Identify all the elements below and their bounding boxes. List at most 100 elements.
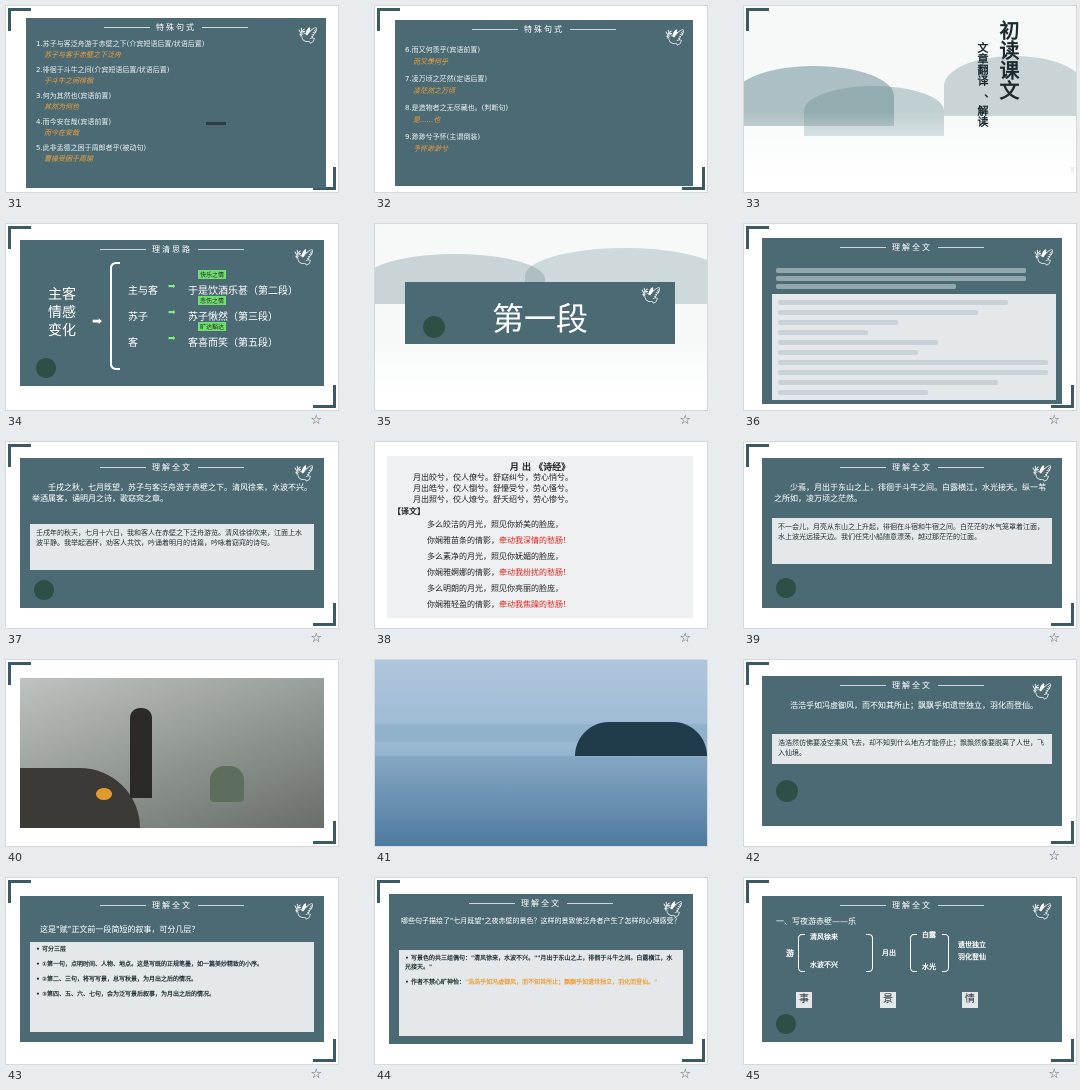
brace bbox=[110, 262, 120, 370]
row-text: 于是饮酒乐甚（第二段） bbox=[188, 286, 298, 297]
slide-38[interactable]: 月 出 《诗经》 月出皎兮，佼人僚兮。舒窈纠兮，劳心悄兮。 月出皓兮，佼人懰兮。… bbox=[375, 442, 707, 628]
slide-thumb-34[interactable]: 理清思路 🕊 主客情感变化 ➡ 主与客 苏子 客 ➡ ➡ ➡ 于是饮酒乐甚（第二… bbox=[6, 224, 338, 436]
content-panel: 理解全文 🕊 bbox=[762, 238, 1062, 404]
star-icon[interactable]: ☆ bbox=[310, 413, 322, 428]
slide-thumb-41[interactable]: 41 bbox=[375, 660, 707, 872]
star-icon[interactable]: ☆ bbox=[679, 631, 691, 646]
heading-banner: 第一段 🕊 bbox=[405, 282, 675, 344]
text-line bbox=[778, 340, 938, 345]
figure-icon bbox=[423, 316, 445, 338]
brace bbox=[910, 934, 917, 972]
slide-34[interactable]: 理清思路 🕊 主客情感变化 ➡ 主与客 苏子 客 ➡ ➡ ➡ 于是饮酒乐甚（第二… bbox=[6, 224, 338, 410]
slide-number: 39 bbox=[746, 633, 760, 646]
slide-thumb-40[interactable]: 40 bbox=[6, 660, 338, 872]
row-label: 客 bbox=[128, 338, 138, 349]
diagram-label: 月出 bbox=[882, 949, 896, 957]
poem-line: 月出照兮，佼人燎兮。舒夭绍兮，劳心惨兮。 bbox=[413, 495, 573, 504]
content-panel: 理清思路 🕊 主客情感变化 ➡ 主与客 苏子 客 ➡ ➡ ➡ 于是饮酒乐甚（第二… bbox=[20, 240, 324, 386]
slide-39[interactable]: 理解全文 🕊 少焉，月出于东山之上，徘徊于斗牛之间。白露横江，水光接天。纵一苇之… bbox=[744, 442, 1076, 628]
painting-image bbox=[20, 678, 324, 828]
original-text: 壬戌之秋，七月既望，苏子与客泛舟游于赤壁之下。清风徐来，水波不兴。举酒属客，诵明… bbox=[32, 483, 312, 503]
slide-37[interactable]: 理解全文 🕊 壬戌之秋，七月既望，苏子与客泛舟游于赤壁之下。清风徐来，水波不兴。… bbox=[6, 442, 338, 628]
slide-31[interactable]: 特殊句式 🕊 1.苏子与客泛舟游于赤壁之下(介宾短语后置/状语后置) 苏子与客于… bbox=[6, 6, 338, 192]
category-box: 事 bbox=[796, 992, 812, 1008]
slide-thumb-38[interactable]: 月 出 《诗经》 月出皎兮，佼人僚兮。舒窈纠兮，劳心悄兮。 月出皓兮，佼人懰兮。… bbox=[375, 442, 707, 654]
emotion-tag: 悲伤之情 bbox=[198, 296, 227, 305]
text-line bbox=[778, 380, 998, 385]
slide-title: 特殊句式 bbox=[395, 24, 693, 35]
slide-thumb-37[interactable]: 理解全文 🕊 壬戌之秋，七月既望，苏子与客泛舟游于赤壁之下。清风徐来，水波不兴。… bbox=[6, 442, 338, 654]
answer-item: • ②第二、三句，将写写景，总写秋景，为月出之后的情况。 bbox=[36, 976, 198, 983]
slide-title: 理解全文 bbox=[762, 242, 1062, 253]
crane-icon: 🕊 bbox=[293, 464, 314, 483]
star-icon[interactable]: ☆ bbox=[1048, 413, 1060, 428]
sentence-item: 2.徘徊于斗牛之间(介宾短语后置/状语后置) bbox=[36, 66, 170, 74]
slide-thumb-42[interactable]: 理解全文 🕊 浩浩乎如冯虚御风，而不知其所止；飘飘乎如遗世独立，羽化而登仙。 浩… bbox=[744, 660, 1076, 872]
text-line bbox=[778, 370, 1048, 375]
crane-icon: 🕊 bbox=[664, 28, 685, 47]
text-line bbox=[778, 330, 868, 335]
slide-number: 41 bbox=[377, 851, 391, 864]
slide-number: 36 bbox=[746, 415, 760, 428]
sentence-answer: 而今在安哉 bbox=[44, 129, 79, 137]
section-heading: 第一段 bbox=[491, 300, 588, 338]
water bbox=[375, 756, 707, 846]
slide-36[interactable]: 理解全文 🕊 bbox=[744, 224, 1076, 410]
row-text: 苏子愀然（第三段） bbox=[188, 312, 278, 323]
content-panel: 理解全文 🕊 一、写夜游赤壁——乐 游 清风徐来 水波不兴 月出 白露 水光 遗… bbox=[762, 896, 1062, 1042]
sentence-list: 6.而又何羡乎(宾语前置) 而又羡何乎 7.凌万顷之茫然(定语后置) 凌茫然之万… bbox=[405, 46, 508, 153]
crane-icon: 🕊 bbox=[297, 26, 318, 45]
slide-thumb-31[interactable]: 特殊句式 🕊 1.苏子与客泛舟游于赤壁之下(介宾短语后置/状语后置) 苏子与客于… bbox=[6, 6, 338, 218]
slide-45[interactable]: 理解全文 🕊 一、写夜游赤壁——乐 游 清风徐来 水波不兴 月出 白露 水光 遗… bbox=[744, 878, 1076, 1064]
section-subheading: 文章翻译 bbox=[976, 42, 989, 86]
slide-number: 44 bbox=[377, 1069, 391, 1082]
slide-32[interactable]: 特殊句式 🕊 6.而又何羡乎(宾语前置) 而又羡何乎 7.凌万顷之茫然(定语后置… bbox=[375, 6, 707, 192]
slide-41[interactable] bbox=[375, 660, 707, 846]
slide-35[interactable]: 第一段 🕊 bbox=[375, 224, 707, 410]
arrow-icon: ➡ bbox=[168, 308, 176, 318]
slide-42[interactable]: 理解全文 🕊 浩浩乎如冯虚御风，而不知其所止；飘飘乎如遗世独立，羽化而登仙。 浩… bbox=[744, 660, 1076, 846]
sentence-item: 6.而又何羡乎(宾语前置) bbox=[405, 46, 481, 54]
slide-thumb-32[interactable]: 特殊句式 🕊 6.而又何羡乎(宾语前置) 而又羡何乎 7.凌万顷之茫然(定语后置… bbox=[375, 6, 707, 218]
crane-icon: 🕊 bbox=[1031, 464, 1052, 483]
slide-43[interactable]: 理解全文 🕊 这是"赋"正文前一段简短的叙事，可分几层？ • 可分三层 • ①第… bbox=[6, 878, 338, 1064]
slide-thumb-44[interactable]: 理解全文 🕊 哪些句子描绘了"七月既望"之夜赤壁的景色？这样的景致使泛舟者产生了… bbox=[375, 878, 707, 1090]
frame-corner bbox=[746, 8, 769, 31]
slide-33[interactable]: 初读课文 文章翻译 、解读 bbox=[744, 6, 1076, 192]
poem-line: 月出皎兮，佼人僚兮。舒窈纠兮，劳心悄兮。 bbox=[413, 473, 573, 482]
section-subheading: 、解读 bbox=[976, 94, 989, 127]
content-panel: 理解全文 🕊 浩浩乎如冯虚御风，而不知其所止；飘飘乎如遗世独立，羽化而登仙。 浩… bbox=[762, 676, 1062, 826]
star-icon[interactable]: ☆ bbox=[1048, 631, 1060, 646]
slide-thumb-33[interactable]: 初读课文 文章翻译 、解读 33 bbox=[744, 6, 1076, 218]
slide-title: 理解全文 bbox=[20, 462, 324, 473]
text-line bbox=[778, 350, 918, 355]
section-heading: 初读课文 bbox=[996, 20, 1020, 100]
crane-icon: 🕊 bbox=[1031, 682, 1052, 701]
slide-thumb-43[interactable]: 理解全文 🕊 这是"赋"正文前一段简短的叙事，可分几层？ • 可分三层 • ①第… bbox=[6, 878, 338, 1090]
translation-line: 你娴雅苗条的倩影，牵动我深情的愁肠! bbox=[427, 536, 567, 545]
text-line bbox=[778, 320, 898, 325]
diagram-label: 羽化登仙 bbox=[958, 953, 986, 961]
diagram-label: 水光 bbox=[922, 963, 936, 971]
star-icon[interactable]: ☆ bbox=[310, 631, 322, 646]
sentence-answer: 其然为何也 bbox=[44, 103, 79, 111]
slide-title: 理解全文 bbox=[762, 900, 1062, 911]
arrow-icon: ➡ bbox=[168, 334, 176, 344]
slide-40[interactable] bbox=[6, 660, 338, 846]
slide-thumb-39[interactable]: 理解全文 🕊 少焉，月出于东山之上，徘徊于斗牛之间。白露横江，水光接天。纵一苇之… bbox=[744, 442, 1076, 654]
star-icon[interactable]: ☆ bbox=[1048, 849, 1060, 864]
mist bbox=[375, 340, 707, 410]
slide-thumb-35[interactable]: 第一段 🕊 35 ☆ bbox=[375, 224, 707, 436]
slide-thumb-36[interactable]: 理解全文 🕊 36 ☆ bbox=[744, 224, 1076, 436]
translation-box: 不一会儿，月亮从东山之上升起，徘徊在斗宿和牛宿之间。白茫茫的水气笼罩着江面，水上… bbox=[772, 518, 1052, 564]
slide-44[interactable]: 理解全文 🕊 哪些句子描绘了"七月既望"之夜赤壁的景色？这样的景致使泛舟者产生了… bbox=[375, 878, 707, 1064]
question-text: 哪些句子描绘了"七月既望"之夜赤壁的景色？这样的景致使泛舟者产生了怎样的心理感受… bbox=[401, 917, 681, 925]
sentence-item: 4.而今安在哉(宾语前置) bbox=[36, 118, 112, 126]
content-panel: 特殊句式 🕊 1.苏子与客泛舟游于赤壁之下(介宾短语后置/状语后置) 苏子与客于… bbox=[26, 18, 326, 188]
answer-item: • ③第四、五、六、七句，会为泛写景后叙事，为月出之后的情况。 bbox=[36, 991, 216, 998]
slide-title: 理解全文 bbox=[20, 900, 324, 911]
slide-title: 理清思路 bbox=[20, 244, 324, 255]
slide-thumb-45[interactable]: 理解全文 🕊 一、写夜游赤壁——乐 游 清风徐来 水波不兴 月出 白露 水光 遗… bbox=[744, 878, 1076, 1090]
star-icon[interactable]: ☆ bbox=[679, 413, 691, 428]
answer-box: • 可分三层 • ①第一句，点明时间、人物、地点。这是写既的正规笔墨，如一篇美妙… bbox=[30, 942, 314, 1032]
